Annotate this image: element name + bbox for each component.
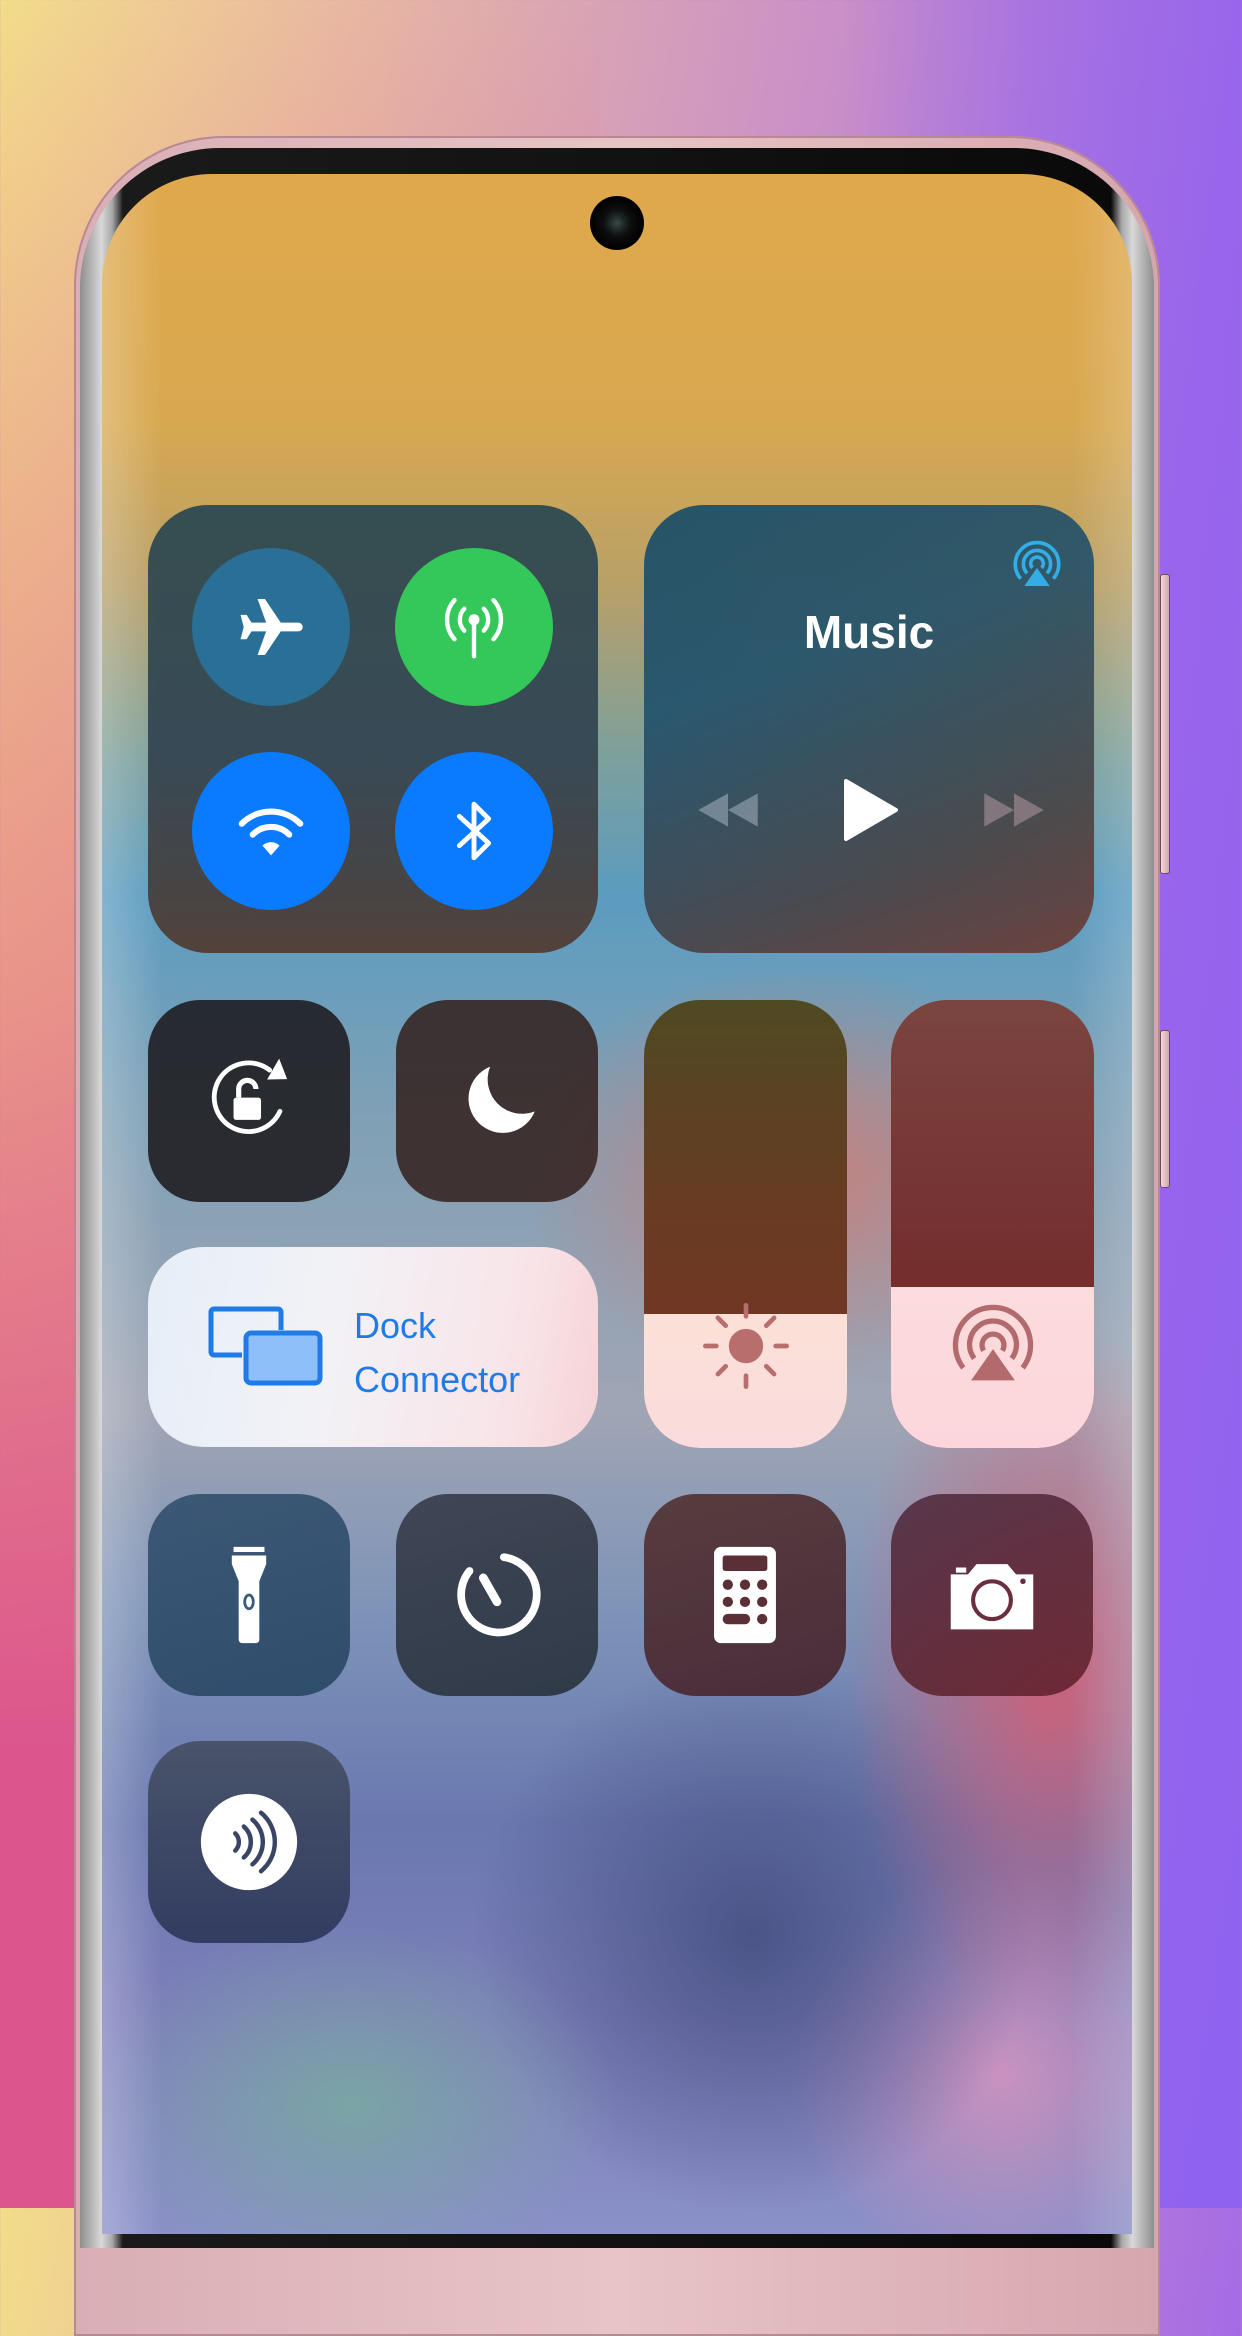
- fast-forward-icon: [984, 793, 1044, 827]
- airplane-mode-toggle[interactable]: [192, 548, 350, 706]
- dock-label-line2: Connector: [354, 1359, 521, 1400]
- wifi-icon: [238, 808, 304, 856]
- play-icon: [844, 779, 898, 841]
- airplay-audio-icon: [952, 1304, 1033, 1381]
- screen-mirroring-button[interactable]: Dock Connector: [148, 1247, 598, 1447]
- bluetooth-toggle[interactable]: [395, 752, 553, 910]
- power-side-button: [1160, 1030, 1170, 1188]
- dock-label-line1: Dock: [354, 1305, 437, 1346]
- brightness-slider[interactable]: [644, 1000, 847, 1448]
- sun-icon: [702, 1303, 789, 1389]
- volume-up-side-button: [1160, 574, 1170, 874]
- connectivity-module: [148, 505, 598, 953]
- volume-slider[interactable]: [891, 1000, 1094, 1448]
- nfc-button[interactable]: [148, 1741, 350, 1943]
- rotation-lock-icon: [211, 1058, 288, 1135]
- screen-mirroring-label: Dock Connector: [354, 1299, 520, 1407]
- timer-button[interactable]: [396, 1494, 598, 1696]
- bluetooth-icon: [456, 801, 492, 861]
- flashlight-icon: [231, 1546, 267, 1644]
- wifi-toggle[interactable]: [192, 752, 350, 910]
- screen-edge-highlight: [102, 174, 162, 2234]
- antenna-icon: [444, 597, 504, 659]
- nfc-icon: [200, 1793, 298, 1891]
- flashlight-button[interactable]: [148, 1494, 350, 1696]
- airplay-icon[interactable]: [1008, 537, 1066, 595]
- rewind-icon: [698, 793, 758, 827]
- previous-track-button[interactable]: [688, 780, 768, 840]
- do-not-disturb-toggle[interactable]: [396, 1000, 598, 1202]
- play-button[interactable]: [830, 770, 910, 850]
- cellular-data-toggle[interactable]: [395, 548, 553, 706]
- camera-button[interactable]: [891, 1494, 1093, 1696]
- screen-mirroring-icon: [208, 1306, 323, 1386]
- camera-icon: [950, 1564, 1034, 1630]
- airplane-icon: [240, 598, 303, 656]
- music-module[interactable]: Music: [644, 505, 1094, 953]
- orientation-lock-toggle[interactable]: [148, 1000, 350, 1202]
- calculator-button[interactable]: [644, 1494, 846, 1696]
- next-track-button[interactable]: [974, 780, 1054, 840]
- timer-icon: [457, 1553, 541, 1637]
- moon-icon: [468, 1066, 535, 1133]
- front-camera: [590, 196, 644, 250]
- calculator-icon: [714, 1546, 776, 1644]
- music-title: Music: [803, 606, 935, 658]
